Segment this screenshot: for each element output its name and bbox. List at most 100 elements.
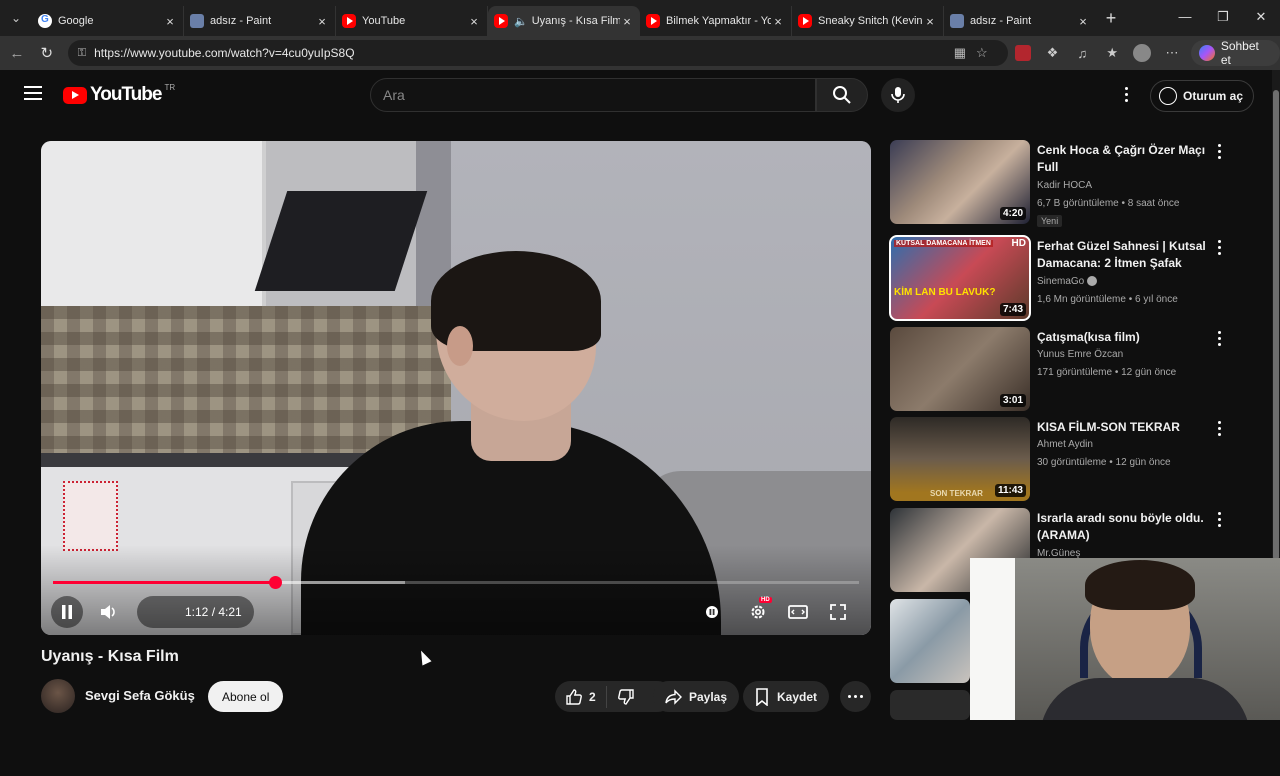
url-field[interactable]: ⚿ https://www.youtube.com/watch?v=4cu0yu…	[67, 40, 1008, 66]
browser-tab-google[interactable]: Google ×	[32, 6, 184, 36]
item-menu-kebab-icon[interactable]	[1217, 512, 1221, 528]
tab-label: Sneaky Snitch (Kevin Ma	[818, 15, 923, 27]
speaker-icon[interactable]: 🔈	[514, 15, 528, 28]
youtube-logo[interactable]: YouTube TR	[63, 83, 175, 106]
close-icon[interactable]: ×	[923, 14, 937, 29]
subscribe-button[interactable]: Abone ol	[208, 681, 284, 712]
theater-mode-button[interactable]	[785, 599, 811, 625]
close-icon[interactable]: ×	[1076, 14, 1090, 29]
recommendation-title[interactable]: Cenk Hoca & Çağrı Özer Maçı Full	[1037, 142, 1207, 176]
youtube-icon	[798, 14, 812, 28]
recommendation-channel-row[interactable]: SinemaGo	[1037, 276, 1098, 287]
settings-kebab-icon[interactable]	[1118, 82, 1134, 106]
search-input[interactable]: Ara	[370, 78, 816, 112]
minimize-icon[interactable]: —	[1166, 0, 1204, 34]
tab-label: Bilmek Yapmaktır - You	[666, 15, 771, 27]
sign-in-button[interactable]: Oturum aç	[1150, 80, 1255, 112]
webcam-wall	[970, 558, 1015, 720]
hamburger-menu-icon[interactable]	[24, 86, 42, 100]
recommendation-title[interactable]: Çatışma(kısa film)	[1037, 329, 1207, 346]
site-info-icon[interactable]: ⚿	[78, 47, 86, 60]
mouse-cursor-icon	[416, 648, 432, 666]
recommendation-item[interactable]: 3:01 Çatışma(kısa film) Yunus Emre Özcan…	[890, 327, 1240, 413]
window-close-icon[interactable]: ✕	[1242, 0, 1280, 34]
pause-button[interactable]	[51, 596, 83, 628]
video-thumbnail[interactable]: 4:20	[890, 140, 1030, 224]
recommendation-item[interactable]: KUTSAL DAMACANA İTMEN KİM LAN BU LAVUK? …	[889, 235, 1240, 322]
recommendation-title[interactable]: Israrla aradı sonu böyle oldu. (ARAMA)	[1037, 510, 1207, 544]
browser-tab-paint[interactable]: adsız - Paint ×	[184, 6, 336, 36]
dislike-button[interactable]	[607, 688, 645, 706]
browser-tab-bilmek[interactable]: Bilmek Yapmaktır - You ×	[640, 6, 792, 36]
item-menu-kebab-icon[interactable]	[1217, 240, 1221, 256]
recommendation-title[interactable]: KISA FİLM-SON TEKRAR	[1037, 419, 1207, 436]
reload-icon[interactable]: ↻	[32, 44, 62, 62]
scrollbar-thumb[interactable]	[1273, 90, 1279, 560]
browser-tab-active-video[interactable]: 🔈 Uyanış - Kısa Film - ×	[488, 6, 640, 36]
video-thumbnail[interactable]	[890, 690, 970, 720]
browser-tab-paint-2[interactable]: adsız - Paint ×	[944, 6, 1096, 36]
profile-avatar-icon[interactable]	[1133, 44, 1152, 62]
recommendation-item[interactable]: 4:20 Cenk Hoca & Çağrı Özer Maçı Full Ka…	[890, 140, 1240, 227]
new-tab-plus-icon[interactable]: +	[1096, 8, 1126, 29]
page-scrollbar[interactable]	[1272, 70, 1280, 560]
browser-tab-youtube[interactable]: YouTube ×	[336, 6, 488, 36]
pause-icon	[62, 605, 72, 619]
search-button[interactable]	[816, 78, 868, 112]
voice-search-button[interactable]	[881, 78, 915, 112]
maximize-icon[interactable]: ❐	[1204, 0, 1242, 34]
back-arrow-icon[interactable]: ←	[2, 45, 32, 62]
recommendation-channel[interactable]: Yunus Emre Özcan	[1037, 349, 1123, 360]
item-menu-kebab-icon[interactable]	[1217, 331, 1221, 347]
mute-button[interactable]	[93, 596, 125, 628]
played-bar	[53, 581, 276, 584]
gear-icon	[751, 605, 765, 619]
recommendation-channel[interactable]: Kadir HOCA	[1037, 180, 1092, 191]
item-menu-kebab-icon[interactable]	[1217, 144, 1221, 160]
address-bar-actions[interactable]: ▦☆	[954, 45, 998, 61]
search-icon	[833, 86, 851, 104]
video-thumbnail[interactable]: SON TEKRAR 11:43	[890, 417, 1030, 501]
paint-icon	[950, 14, 964, 28]
calendar-extension-icon[interactable]	[1014, 45, 1031, 61]
autoplay-toggle[interactable]	[699, 599, 725, 625]
close-icon[interactable]: ×	[163, 14, 177, 29]
fullscreen-button[interactable]	[825, 599, 851, 625]
window-controls: — ❐ ✕	[1166, 0, 1280, 34]
video-player[interactable]: 1:12 / 4:21 HD	[41, 141, 871, 635]
favorites-icon[interactable]: ★	[1097, 45, 1127, 61]
tab-list-chevron-icon[interactable]: ⌄	[0, 0, 32, 36]
recommendation-title[interactable]: Ferhat Güzel Sahnesi | Kutsal Damacana: …	[1037, 238, 1207, 272]
video-thumbnail[interactable]	[890, 599, 970, 683]
recommendation-item[interactable]: SON TEKRAR 11:43 KISA FİLM-SON TEKRAR Ah…	[890, 417, 1240, 503]
share-button[interactable]: Paylaş	[653, 681, 740, 712]
copilot-chat-button[interactable]: Sohbet et	[1190, 39, 1280, 67]
item-menu-kebab-icon[interactable]	[1217, 421, 1221, 437]
close-icon[interactable]: ×	[467, 14, 481, 29]
recommendation-channel[interactable]: Ahmet Aydin	[1037, 439, 1093, 450]
video-thumbnail[interactable]: KUTSAL DAMACANA İTMEN KİM LAN BU LAVUK? …	[889, 235, 1031, 321]
browser-menu-icon[interactable]: ⋯	[1157, 45, 1187, 61]
thumbnail-hd-mark: HD	[1011, 238, 1026, 249]
channel-avatar[interactable]	[41, 679, 75, 713]
hd-badge: HD	[759, 597, 772, 603]
media-control-icon[interactable]: ♫	[1067, 46, 1097, 61]
logo-text: YouTube	[90, 84, 162, 105]
save-button[interactable]: Kaydet	[743, 681, 830, 712]
extensions-puzzle-icon[interactable]: ❖	[1038, 45, 1068, 61]
close-icon[interactable]: ×	[620, 14, 634, 29]
settings-button[interactable]: HD	[745, 597, 772, 625]
close-icon[interactable]: ×	[315, 14, 329, 29]
close-icon[interactable]: ×	[771, 14, 785, 29]
progress-bar[interactable]	[53, 576, 859, 589]
microphone-icon	[891, 87, 905, 103]
youtube-header: YouTube TR Ara Oturum aç	[0, 70, 1272, 122]
video-thumbnail[interactable]: 3:01	[890, 327, 1030, 411]
save-label: Kaydet	[777, 689, 818, 704]
channel-name[interactable]: Sevgi Sefa Göküş	[85, 688, 195, 703]
duration-badge: 3:01	[999, 394, 1026, 407]
like-button[interactable]: 2	[555, 685, 607, 708]
browser-tab-sneaky[interactable]: Sneaky Snitch (Kevin Ma ×	[792, 6, 944, 36]
share-arrow-icon	[665, 688, 682, 705]
more-actions-button[interactable]	[840, 681, 871, 712]
